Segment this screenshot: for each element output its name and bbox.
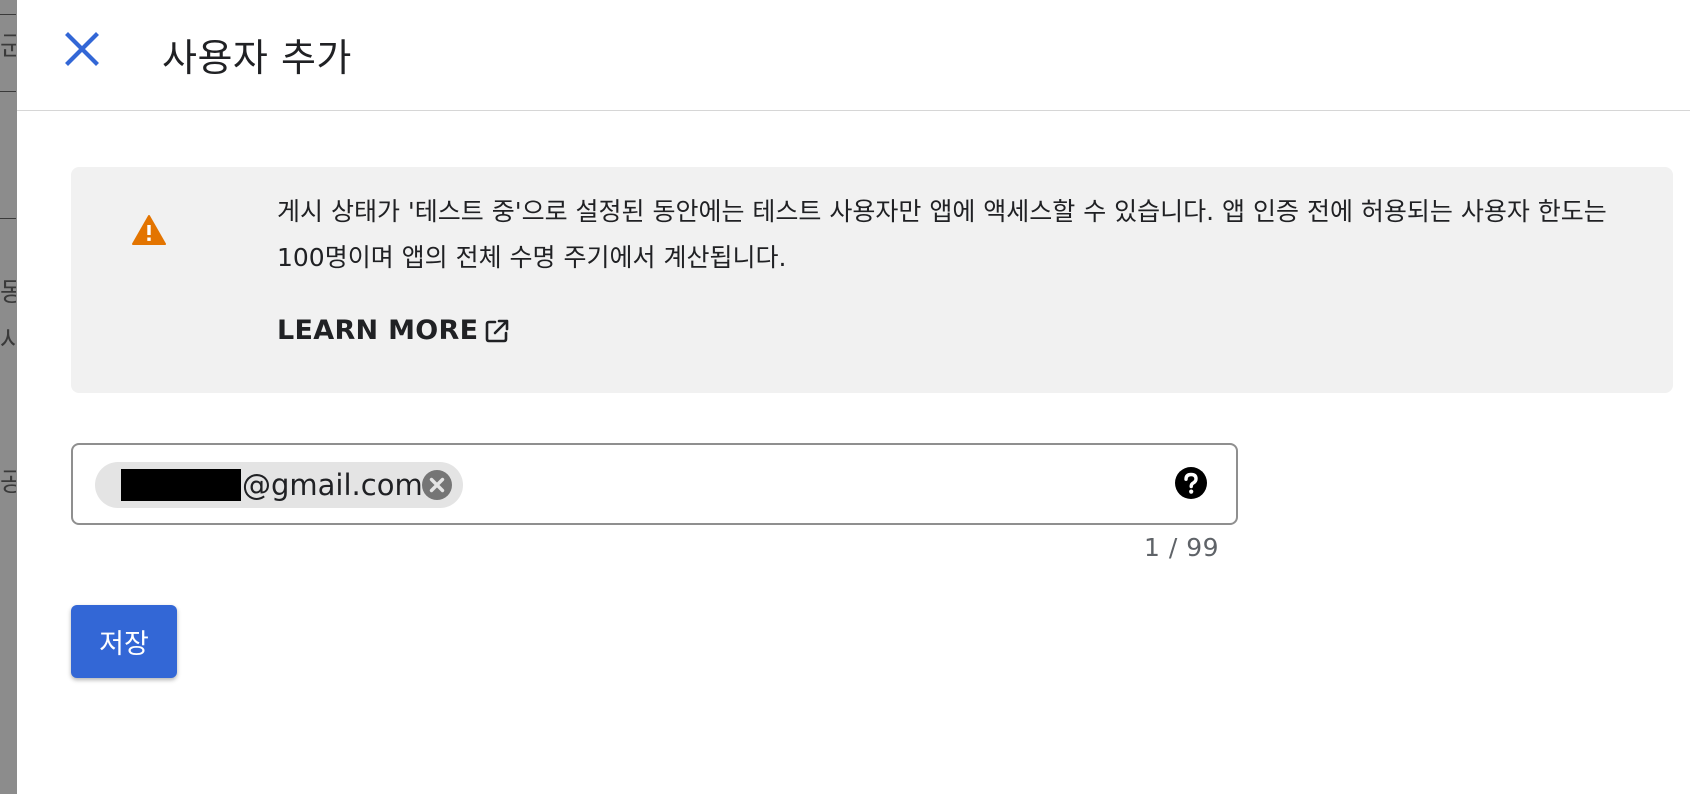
redacted-email-prefix xyxy=(121,469,241,501)
background-page-strip: 군 동 사 공지 xyxy=(0,0,18,794)
save-button[interactable]: 저장 xyxy=(71,605,177,678)
close-button[interactable] xyxy=(59,26,105,72)
cancel-icon[interactable] xyxy=(421,469,453,501)
learn-more-label: LEARN MORE xyxy=(277,315,479,346)
email-counter: 1 / 99 xyxy=(1144,533,1220,562)
page: 군 동 사 공지 사용자 추가 게시 상태가 '테스트 중'으로 설정된 동안에… xyxy=(0,0,1690,794)
add-user-dialog: 사용자 추가 게시 상태가 '테스트 중'으로 설정된 동안에는 테스트 사용자… xyxy=(17,0,1690,794)
email-chip-label: @gmail.com xyxy=(242,468,423,502)
background-text-fragment: 군 xyxy=(0,34,16,60)
background-text-fragment: 사 xyxy=(0,328,16,354)
testing-status-notice: 게시 상태가 '테스트 중'으로 설정된 동안에는 테스트 사용자만 앱에 액세… xyxy=(71,167,1673,393)
background-divider xyxy=(0,14,16,15)
dialog-title: 사용자 추가 xyxy=(162,36,352,80)
background-text-fragment: 공지 xyxy=(0,470,16,496)
background-text-fragment: 동 xyxy=(0,280,16,306)
learn-more-link[interactable]: LEARN MORE xyxy=(277,315,510,346)
background-divider xyxy=(0,218,16,219)
background-divider xyxy=(0,91,16,92)
open-in-new-icon xyxy=(486,319,509,342)
close-icon xyxy=(65,32,99,66)
help-icon[interactable] xyxy=(1174,466,1208,500)
notice-message: 게시 상태가 '테스트 중'으로 설정된 동안에는 테스트 사용자만 앱에 액세… xyxy=(277,197,1607,272)
email-chip: @gmail.com xyxy=(95,462,463,508)
warning-icon xyxy=(132,215,166,245)
dialog-header: 사용자 추가 xyxy=(17,0,1690,111)
user-email-input[interactable]: @gmail.com xyxy=(71,443,1238,525)
